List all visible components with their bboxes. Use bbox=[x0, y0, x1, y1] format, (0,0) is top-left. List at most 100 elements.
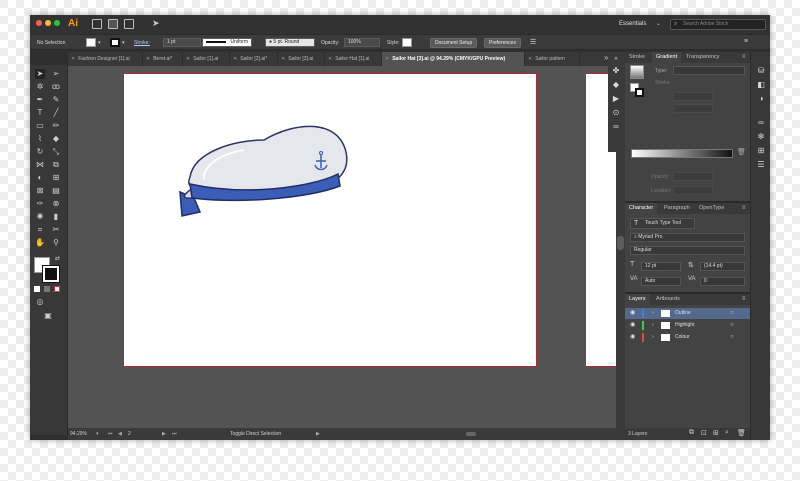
free-transform-tool-icon[interactable]: ⧉ bbox=[51, 160, 61, 170]
close-icon[interactable]: ✕ bbox=[328, 56, 332, 62]
pathfinder-panel-icon[interactable]: ⊞ bbox=[756, 146, 766, 156]
swatches-panel-icon[interactable]: ◆ bbox=[611, 80, 621, 90]
locate-object-icon[interactable]: ⌕ bbox=[725, 429, 729, 437]
hand-tool-icon[interactable]: ✋ bbox=[35, 238, 45, 248]
preferences-button[interactable]: Preferences bbox=[484, 38, 521, 48]
kerning-field[interactable]: Auto bbox=[641, 277, 681, 286]
tab-gradient[interactable]: Gradient bbox=[652, 52, 682, 63]
symbol-sprayer-tool-icon[interactable]: ✺ bbox=[35, 212, 45, 222]
actions-panel-icon[interactable]: ▶ bbox=[611, 94, 621, 104]
trash-icon[interactable]: 🗑 bbox=[737, 148, 746, 156]
canvas-area[interactable] bbox=[68, 66, 626, 435]
make-clipping-mask-icon[interactable]: ⧉ bbox=[689, 429, 694, 437]
paintbrush-tool-icon[interactable]: ⌇ bbox=[35, 134, 45, 144]
layer-row-outline[interactable]: ◉ › Outline ○ bbox=[625, 308, 750, 319]
graphic-style-swatch[interactable] bbox=[402, 38, 412, 47]
artboard-tool-icon[interactable]: ⌗ bbox=[35, 225, 45, 235]
bridge-icon[interactable] bbox=[92, 19, 102, 29]
tab-sailor-hat-3[interactable]: ✕ Sailor Hat [3].ai @ 94.29% (CMYK/GPU Pr… bbox=[382, 52, 525, 66]
trash-icon[interactable]: 🗑 bbox=[737, 429, 746, 437]
layer-row-colour[interactable]: ◉ › Colour ○ bbox=[625, 332, 750, 343]
chevron-down-icon[interactable]: ▾ bbox=[122, 40, 125, 46]
blend-tool-icon[interactable]: ⊗ bbox=[51, 199, 61, 209]
last-artboard-icon[interactable]: ⏭ bbox=[172, 428, 177, 440]
none-mode-icon[interactable] bbox=[54, 286, 60, 292]
curvature-tool-icon[interactable]: ✎ bbox=[51, 95, 61, 105]
properties-panel-icon[interactable]: ◧ bbox=[756, 80, 766, 90]
rectangle-tool-icon[interactable]: ▭ bbox=[35, 121, 45, 131]
prev-artboard-icon[interactable]: ◀ bbox=[118, 428, 122, 440]
tab-artboards[interactable]: Artboards bbox=[652, 294, 684, 305]
target-icon[interactable]: ○ bbox=[730, 332, 734, 343]
tab-fashion-designer[interactable]: ✕ Fashion Designer [1].ai bbox=[68, 52, 143, 66]
shape-builder-tool-icon[interactable]: ◐ bbox=[35, 173, 45, 183]
font-size-field[interactable]: 12 pt bbox=[641, 262, 681, 271]
expand-arrow-icon[interactable]: › bbox=[652, 308, 654, 319]
close-icon[interactable]: ✕ bbox=[233, 56, 237, 62]
stop-opacity-field[interactable] bbox=[673, 172, 713, 181]
width-tool-icon[interactable]: ⋈ bbox=[35, 160, 45, 170]
close-icon[interactable]: ✕ bbox=[281, 56, 285, 62]
zoom-level[interactable]: 94.29% bbox=[70, 428, 87, 440]
selection-tool-icon[interactable]: ➤ bbox=[35, 69, 45, 79]
leading-field[interactable]: (14.4 pt) bbox=[700, 262, 745, 271]
appearance-panel-icon[interactable]: ◑ bbox=[756, 94, 766, 104]
variable-width-profile-dropdown[interactable]: Uniform bbox=[202, 38, 252, 47]
stroke-color-swatch[interactable] bbox=[43, 266, 59, 282]
screen-mode-icon[interactable]: ▣ bbox=[43, 311, 53, 321]
close-icon[interactable]: ✕ bbox=[385, 56, 389, 62]
menu-icon[interactable]: ≡ bbox=[744, 38, 748, 45]
artboard-number[interactable]: 2 bbox=[128, 428, 131, 440]
tab-sailor-pattern[interactable]: ✕ Sailor pattern bbox=[525, 52, 580, 66]
next-artboard-icon[interactable]: ▶ bbox=[162, 428, 166, 440]
tab-sailor-2[interactable]: ✕ Sailor [2].ai* bbox=[230, 52, 278, 66]
brushes-panel-icon[interactable]: ∞ bbox=[756, 118, 766, 128]
type-tool-icon[interactable]: T bbox=[35, 108, 45, 118]
scale-tool-icon[interactable]: ⤡ bbox=[51, 147, 61, 157]
gradient-tool-icon[interactable]: ▤ bbox=[51, 186, 61, 196]
color-guide-icon[interactable]: ✻ bbox=[756, 132, 766, 142]
opacity-field[interactable]: 100% bbox=[344, 38, 380, 47]
tab-character[interactable]: Character bbox=[625, 203, 658, 214]
document-setup-button[interactable]: Document Setup bbox=[430, 38, 478, 48]
hscroll-thumb[interactable] bbox=[466, 432, 476, 436]
expand-arrow-icon[interactable]: › bbox=[652, 320, 654, 331]
draw-normal-icon[interactable]: ◎ bbox=[35, 297, 45, 307]
direct-selection-tool-icon[interactable]: ➢ bbox=[51, 69, 61, 79]
search-stock-input[interactable]: ⌕ Search Adobe Stock bbox=[670, 19, 766, 30]
magic-wand-tool-icon[interactable]: ✲ bbox=[35, 82, 45, 92]
collapse-icon[interactable]: « bbox=[611, 54, 621, 64]
panel-menu-icon[interactable]: ≡ bbox=[742, 296, 746, 302]
swap-icon[interactable]: ⇄ bbox=[55, 255, 60, 262]
font-family-dropdown[interactable]: ⌕ Myriad Pro bbox=[630, 233, 745, 242]
send-icon[interactable]: ➤ bbox=[152, 18, 160, 29]
libraries-panel-icon[interactable]: ⛁ bbox=[756, 66, 766, 76]
artboard[interactable] bbox=[124, 74, 536, 366]
stroke-weight-dropdown[interactable]: 1 pt bbox=[163, 38, 201, 47]
workspace-switcher[interactable]: Essentials bbox=[619, 21, 646, 27]
stroke-label[interactable]: Stroke: bbox=[134, 40, 150, 46]
color-mode-icon[interactable] bbox=[34, 286, 40, 292]
slice-tool-icon[interactable]: ✂ bbox=[51, 225, 61, 235]
tab-stroke[interactable]: Stroke bbox=[625, 52, 649, 63]
eyedropper-tool-icon[interactable]: ✑ bbox=[35, 199, 45, 209]
tab-beret[interactable]: ✕ Beret.ai* bbox=[143, 52, 183, 66]
visibility-eye-icon[interactable]: ◉ bbox=[630, 308, 635, 319]
color-panel-icon[interactable]: ✤ bbox=[611, 66, 621, 76]
first-artboard-icon[interactable]: ⏮ bbox=[108, 428, 113, 440]
perspective-grid-tool-icon[interactable]: ⊞ bbox=[51, 173, 61, 183]
panel-menu-icon[interactable]: ≡ bbox=[742, 54, 746, 60]
eraser-tool-icon[interactable]: ◆ bbox=[51, 134, 61, 144]
close-icon[interactable]: ✕ bbox=[528, 56, 532, 62]
font-style-dropdown[interactable]: Regular bbox=[630, 246, 745, 255]
stock-icon[interactable] bbox=[108, 19, 118, 29]
chevron-down-icon[interactable]: ▾ bbox=[98, 40, 101, 46]
line-tool-icon[interactable]: ╱ bbox=[51, 108, 61, 118]
new-layer-icon[interactable]: ⊞ bbox=[713, 429, 719, 437]
panel-menu-icon[interactable]: ≡ bbox=[742, 205, 746, 211]
target-icon[interactable]: ○ bbox=[730, 308, 734, 319]
close-icon[interactable]: ✕ bbox=[71, 56, 75, 62]
pencil-tool-icon[interactable]: ✏ bbox=[51, 121, 61, 131]
visibility-eye-icon[interactable]: ◉ bbox=[630, 332, 635, 343]
status-menu-icon[interactable]: ▶ bbox=[316, 428, 320, 440]
